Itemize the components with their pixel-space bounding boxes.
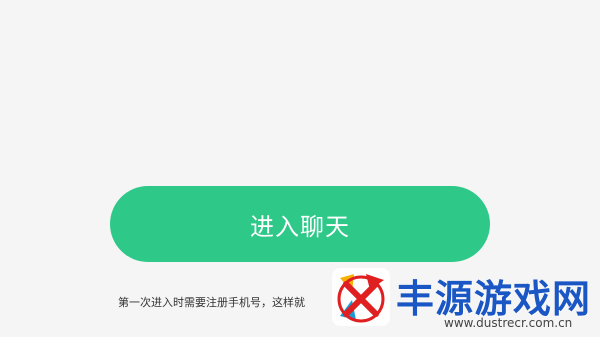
watermark-logo-icon xyxy=(332,268,390,326)
watermark-title: 丰源游戏网 xyxy=(396,277,592,321)
watermark-url: www.dustrecr.com.cn xyxy=(444,316,573,330)
enter-chat-button[interactable]: 进入聊天 xyxy=(110,186,490,262)
registration-hint-text: 第一次进入时需要注册手机号，这样就 xyxy=(118,296,305,309)
watermark: 丰源游戏网 www.dustrecr.com.cn xyxy=(326,262,600,337)
